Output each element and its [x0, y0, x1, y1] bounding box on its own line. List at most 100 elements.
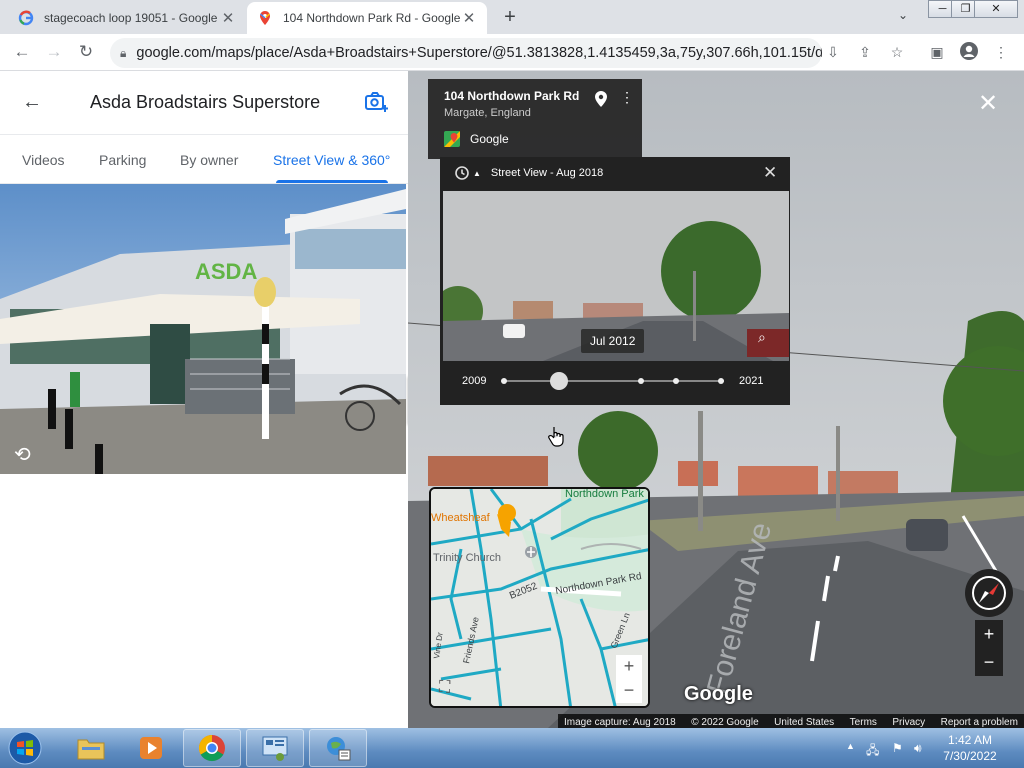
profile-avatar-icon[interactable] [958, 41, 980, 63]
google-maps-pin-icon [260, 11, 270, 25]
privacy-link[interactable]: Privacy [892, 717, 925, 728]
network-globe-icon [327, 737, 351, 761]
tray-network-icon[interactable]: 🖧︎ [866, 741, 879, 762]
map-label: Wheatsheaf [431, 512, 491, 524]
compass-rotate-control[interactable] [965, 569, 1013, 617]
map-label: Trinity Church [433, 552, 501, 564]
clock-time: 1:42 AM [947, 733, 993, 747]
preview-date-label: Jul 2012 [581, 329, 645, 353]
share-icon[interactable]: ⇪ [854, 41, 876, 63]
street-view-pane[interactable]: Foreland Ave 104 Northdown Park Rd Marga… [408, 71, 1024, 728]
taskbar-chrome[interactable] [183, 729, 241, 767]
image-capture-date: Image capture: Aug 2018 [564, 716, 676, 728]
close-tab-icon[interactable]: ✕ [461, 9, 477, 27]
history-clock-icon [455, 166, 469, 180]
place-title: Asda Broadstairs Superstore [90, 92, 321, 112]
browser-menu-icon[interactable]: ⋮ [990, 41, 1012, 63]
google-maps-icon [444, 131, 460, 147]
map-pin-icon[interactable] [594, 90, 608, 108]
tab-title: stagecoach loop 19051 - Google [44, 11, 218, 25]
browser-toolbar: ← → ↻ 🔒︎ google.com/maps/place/Asda+Broa… [0, 34, 1024, 71]
tab-search-chevron-icon[interactable]: ⌄ [898, 8, 908, 22]
place-panel: ← Asda Broadstairs Superstore Videos Par… [0, 71, 408, 728]
more-options-icon[interactable]: ⋮ [620, 89, 634, 106]
svg-text:ASDA: ASDA [195, 259, 257, 284]
bookmark-star-icon[interactable]: ☆ [886, 41, 908, 63]
taskbar-control-panel[interactable] [246, 729, 304, 767]
tab-street-view[interactable]: Street View & 360° [273, 152, 390, 168]
media-player-icon [140, 737, 162, 759]
install-app-icon[interactable]: ⇩ [822, 41, 844, 63]
address-subtitle: Margate, England [444, 107, 531, 119]
tab-title: 104 Northdown Park Rd - Google [283, 11, 461, 25]
street-view-zoom-out-button[interactable]: − [975, 648, 1003, 676]
tab-videos[interactable]: Videos [22, 152, 65, 168]
taskbar-network-tool[interactable] [309, 729, 367, 767]
tray-action-center-flag-icon[interactable]: ⚑ [892, 741, 903, 755]
report-problem-link[interactable]: Report a problem [941, 717, 1018, 728]
timeline-dot[interactable] [638, 378, 644, 384]
tray-volume-icon[interactable]: 🔊︎ [914, 741, 922, 756]
fullscreen-icon[interactable]: ⛶ [439, 679, 450, 697]
address-title[interactable]: 104 Northdown Park Rd [444, 89, 642, 103]
close-window-button[interactable]: ✕ [974, 0, 1018, 18]
google-maps-brand[interactable]: Google [444, 131, 509, 147]
tray-overflow-arrow-icon[interactable]: ▲ [846, 741, 855, 751]
time-machine-panel: ▲ Street View - Aug 2018 ✕ Jul 2012 ⌕ 20… [440, 157, 790, 405]
side-panel-icon[interactable]: ▣ [926, 41, 948, 63]
lock-icon[interactable]: 🔒︎ [120, 46, 126, 61]
google-g-icon [18, 10, 34, 26]
street-view-zoom-in-button[interactable]: + [975, 620, 1003, 648]
forward-button[interactable]: → [42, 40, 66, 64]
tab-by-owner[interactable]: By owner [180, 152, 238, 168]
address-bar[interactable]: 🔒︎ google.com/maps/place/Asda+Broadstair… [110, 38, 822, 68]
google-logo: Google [684, 683, 753, 705]
close-tab-icon[interactable]: ✕ [220, 9, 236, 27]
taskbar-media-player[interactable] [122, 729, 180, 767]
map-label: Northdown Park [565, 489, 644, 500]
minimap-zoom-in-button[interactable]: + [616, 655, 642, 679]
close-time-machine-icon[interactable]: ✕ [763, 163, 777, 183]
url-text: google.com/maps/place/Asda+Broadstairs+S… [136, 45, 822, 61]
zoom-preview-icon[interactable]: ⌕ [758, 329, 766, 346]
clock-date: 7/30/2022 [943, 749, 997, 763]
timeline-dot[interactable] [501, 378, 507, 384]
add-photo-icon[interactable] [364, 91, 388, 113]
storefront-image: ASDA [0, 184, 406, 474]
timeline-dot[interactable] [718, 378, 724, 384]
360-rotate-icon: ⟲ [14, 444, 31, 466]
back-button[interactable]: ← [10, 40, 34, 64]
taskbar-clock[interactable]: 1:42 AM 7/30/2022 [930, 732, 1010, 764]
taskbar-explorer[interactable] [62, 729, 120, 767]
caret-up-icon: ▲ [473, 168, 481, 178]
close-street-view-icon[interactable]: ✕ [978, 89, 998, 118]
terms-link[interactable]: Terms [850, 717, 877, 728]
street-view-photo-thumbnail[interactable]: ASDA ⟲ [0, 184, 406, 474]
timeline-slider-thumb[interactable] [550, 372, 568, 390]
timeline-end-year: 2021 [739, 375, 764, 387]
time-machine-header[interactable]: ▲ Street View - Aug 2018 [454, 165, 603, 181]
street-view-footer: Image capture: Aug 2018 © 2022 Google Un… [558, 714, 1024, 728]
folder-icon [77, 739, 105, 760]
timeline-dot[interactable] [673, 378, 679, 384]
new-tab-button[interactable]: + [499, 6, 521, 29]
browser-tab-maps[interactable]: 104 Northdown Park Rd - Google ✕ [247, 2, 487, 34]
compass-icon [972, 576, 1006, 610]
back-arrow-icon[interactable]: ← [22, 91, 42, 114]
address-card: 104 Northdown Park Rd Margate, England G… [428, 79, 642, 159]
photo-category-tabs: Videos Parking By owner Street View & 36… [0, 134, 408, 184]
timeline-start-year: 2009 [462, 375, 487, 387]
windows-taskbar: ▲ 🖧︎ ⚑ 🔊︎ 1:42 AM 7/30/2022 [0, 728, 1024, 768]
start-button[interactable] [4, 728, 46, 768]
reload-button[interactable]: ↻ [74, 40, 98, 64]
windows-logo-icon [8, 731, 42, 765]
region-link[interactable]: United States [774, 717, 834, 728]
control-panel-icon [262, 736, 288, 761]
browser-tab-google[interactable]: stagecoach loop 19051 - Google ✕ [8, 2, 246, 34]
hand-cursor-icon [548, 427, 564, 447]
tab-parking[interactable]: Parking [99, 152, 146, 168]
minimap-zoom-out-button[interactable]: − [616, 679, 642, 703]
timeline-track[interactable] [504, 380, 724, 382]
mini-map[interactable]: Northdown Park Wheatsheaf Trinity Church… [429, 487, 650, 708]
selected-tab-indicator [276, 180, 388, 183]
